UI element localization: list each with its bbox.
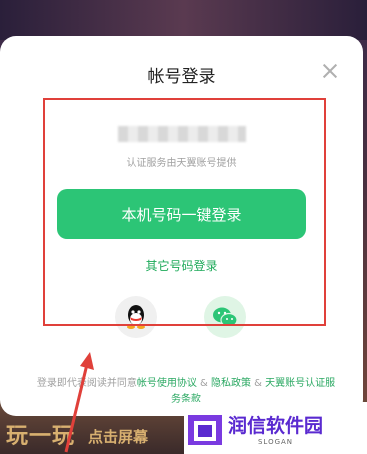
background-top [0,0,367,40]
close-icon[interactable] [323,64,337,78]
watermark-text: 润信软件园 SLOGAN [228,411,323,446]
annotation-arrow-icon [64,352,94,453]
watermark-name: 润信软件园 [228,414,324,437]
watermark-logo-icon [188,415,222,445]
privacy-policy-link[interactable]: 隐私政策 [211,378,251,389]
agreement-separator: & [196,378,211,389]
watermark-slogan: SLOGAN [257,437,294,446]
watermark: 润信软件园 SLOGAN [184,402,367,454]
highlight-box [43,98,326,326]
dialog-title: 帐号登录 [147,67,216,87]
account-agreement-link[interactable]: 帐号使用协议 [137,378,197,389]
agreement-separator: & [251,378,266,389]
